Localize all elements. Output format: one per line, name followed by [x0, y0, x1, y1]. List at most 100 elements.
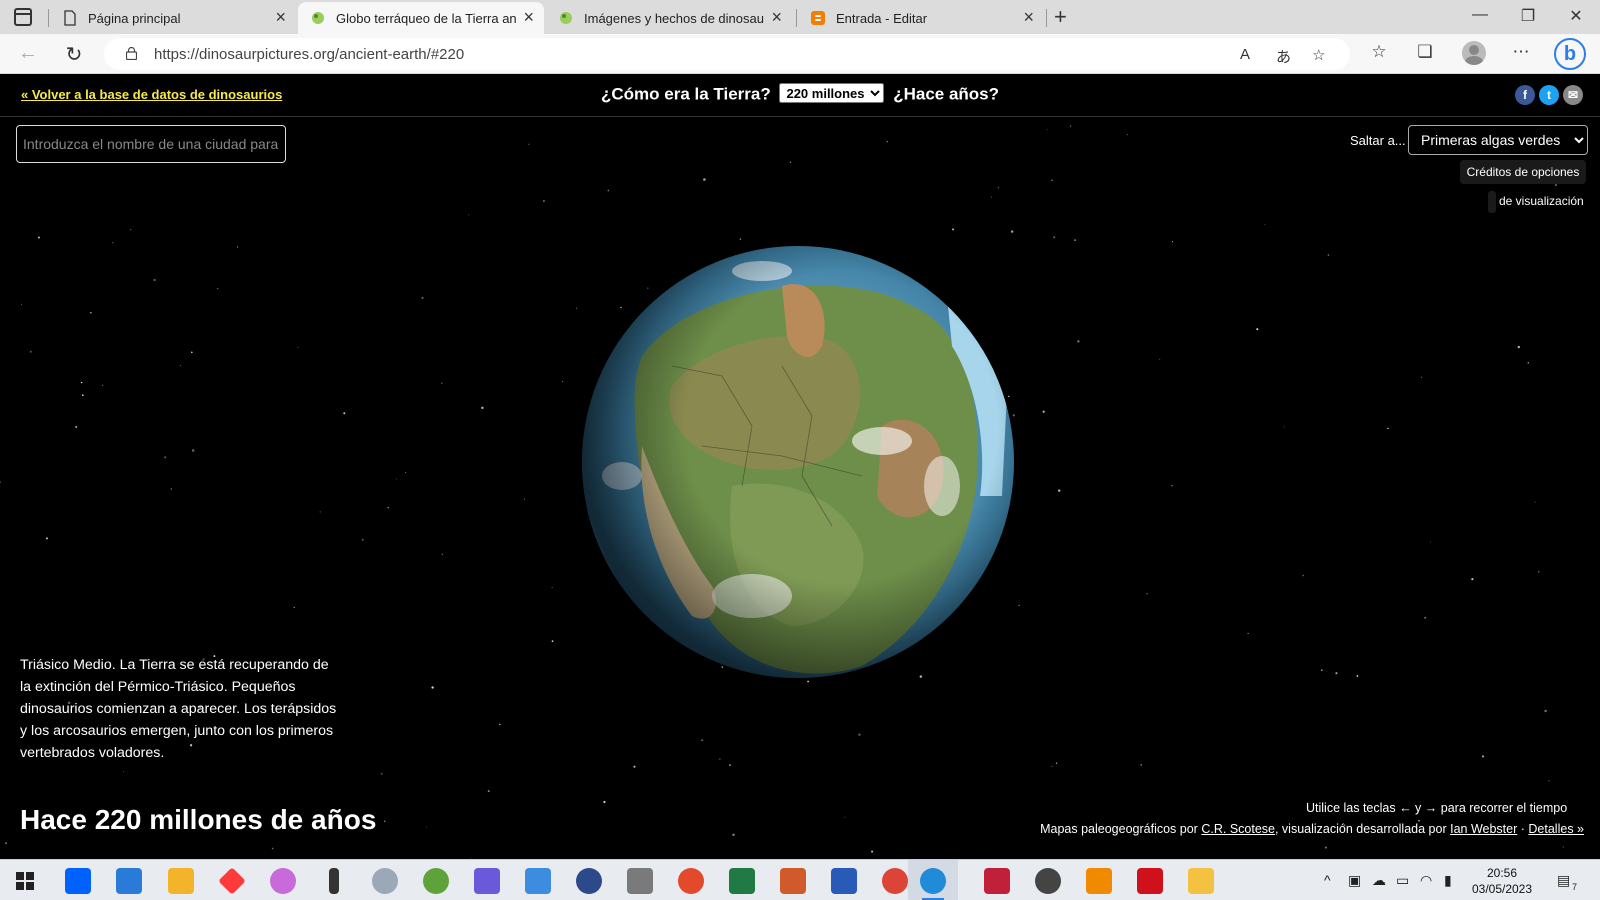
acrobat-icon[interactable]	[1137, 868, 1163, 894]
read-aloud-icon[interactable]: A	[1240, 46, 1250, 63]
store-icon[interactable]	[168, 868, 194, 894]
translate-icon[interactable]: あ	[1276, 46, 1291, 67]
star	[703, 178, 706, 181]
tab-blogger-edit[interactable]: Entrada - Editar ×	[798, 2, 1044, 34]
jump-to-select[interactable]: Primeras algas verdes	[1408, 125, 1588, 155]
onedrive-icon[interactable]: ☁	[1372, 872, 1386, 889]
tab-ancient-earth[interactable]: Globo terráqueo de la Tierra anti ×	[298, 2, 544, 34]
era-select[interactable]: 220 millones	[779, 83, 885, 103]
word-icon[interactable]	[831, 868, 857, 894]
details-link[interactable]: Detalles »	[1528, 822, 1584, 836]
meet-icon[interactable]: ▣	[1348, 872, 1361, 889]
display-icon[interactable]: ▭	[1396, 872, 1409, 889]
powerpoint-icon[interactable]	[780, 868, 806, 894]
view-options-label[interactable]: de visualización	[1499, 194, 1584, 208]
palette-app-icon[interactable]	[372, 868, 398, 894]
firefox-icon[interactable]	[678, 868, 704, 894]
add-favorite-icon[interactable]: ☆	[1312, 46, 1325, 64]
star	[236, 246, 239, 248]
paint-app-icon[interactable]	[270, 868, 296, 894]
diamond-app-icon[interactable]	[218, 867, 246, 895]
battery-icon[interactable]: ▮	[1444, 872, 1452, 889]
star	[1247, 632, 1249, 634]
excel-icon[interactable]	[729, 868, 755, 894]
dropbox-icon[interactable]	[65, 868, 91, 894]
close-icon[interactable]: ×	[523, 8, 534, 26]
tab-dinosaur-facts[interactable]: Imágenes y hechos de dinosaurio ×	[546, 2, 792, 34]
bing-app-icon[interactable]	[474, 868, 500, 894]
credits-options-button[interactable]: Créditos de opciones	[1460, 160, 1586, 184]
star	[1171, 241, 1174, 243]
edge-icon[interactable]	[920, 868, 946, 894]
wifi-icon[interactable]: ◠	[1420, 872, 1432, 889]
tab-actions-icon[interactable]	[14, 8, 32, 26]
star	[729, 764, 731, 767]
file-explorer-icon[interactable]	[1188, 868, 1214, 894]
profile-avatar[interactable]	[1462, 41, 1486, 65]
new-tab-icon[interactable]: +	[1054, 4, 1067, 30]
star	[297, 347, 299, 348]
back-arrow-icon[interactable]: ←	[16, 42, 40, 65]
vlc-icon[interactable]	[1086, 868, 1112, 894]
window-close-icon[interactable]: ✕	[1556, 6, 1596, 26]
facebook-icon[interactable]: f	[1515, 85, 1535, 105]
clock-date: 03/05/2023	[1471, 882, 1533, 896]
credits-line: Mapas paleogeográficos por C.R. Scotese,…	[1040, 822, 1584, 836]
twitter-icon[interactable]: t	[1539, 85, 1559, 105]
lightning-app-icon[interactable]	[329, 868, 339, 894]
system-clock[interactable]: 20:56 03/05/2023	[1465, 865, 1539, 897]
more-options-icon[interactable]: ⋯	[1508, 42, 1534, 62]
email-icon[interactable]: ✉	[1563, 85, 1583, 105]
star	[1140, 764, 1142, 766]
scotese-link[interactable]: C.R. Scotese	[1201, 822, 1275, 836]
recorder-icon[interactable]	[984, 868, 1010, 894]
drive-app-icon[interactable]	[627, 868, 653, 894]
star	[80, 381, 83, 384]
notifications-icon[interactable]: ▤	[1557, 872, 1570, 889]
address-bar[interactable]: https://dinosaurpictures.org/ancient-ear…	[104, 38, 1350, 70]
favorites-icon[interactable]: ☆	[1366, 42, 1392, 62]
close-icon[interactable]: ×	[1023, 8, 1034, 26]
city-search-input[interactable]	[16, 125, 286, 163]
refresh-icon[interactable]: ↻	[62, 42, 86, 67]
collections-icon[interactable]: ❏	[1412, 42, 1438, 62]
star	[1562, 846, 1564, 848]
obs-icon[interactable]	[1035, 868, 1061, 894]
chrome-icon[interactable]	[882, 868, 908, 894]
star	[1335, 672, 1338, 675]
qgis-icon[interactable]	[423, 868, 449, 894]
bing-icon[interactable]: b	[1554, 38, 1586, 70]
settings-app-icon[interactable]	[576, 868, 602, 894]
star	[1327, 254, 1330, 256]
star	[130, 229, 132, 231]
ancient-earth-globe[interactable]	[582, 246, 1014, 678]
star	[1387, 427, 1389, 430]
star	[0, 481, 2, 483]
star	[1074, 239, 1076, 242]
tab-home[interactable]: Página principal ×	[50, 2, 296, 34]
star	[89, 311, 92, 314]
restore-icon[interactable]: ❐	[1508, 6, 1548, 26]
star	[441, 553, 443, 555]
star	[551, 640, 554, 643]
star	[1010, 230, 1014, 233]
show-hidden-icons[interactable]: ^	[1324, 872, 1331, 888]
star	[858, 733, 861, 736]
star	[361, 538, 364, 541]
star	[1356, 675, 1359, 677]
tab-label: Entrada - Editar	[836, 10, 928, 26]
star	[5, 842, 7, 845]
star	[719, 758, 721, 760]
close-icon[interactable]: ×	[275, 8, 286, 26]
star	[1051, 179, 1053, 182]
star	[101, 384, 104, 387]
star	[739, 238, 742, 240]
close-icon[interactable]: ×	[771, 8, 782, 26]
star	[1057, 489, 1061, 492]
mail-icon[interactable]	[116, 868, 142, 894]
minimize-icon[interactable]: —	[1460, 6, 1500, 24]
mailbird-icon[interactable]	[525, 868, 551, 894]
ian-webster-link[interactable]: Ian Webster	[1450, 822, 1517, 836]
windows-start-icon[interactable]	[16, 872, 34, 890]
view-options-toggle[interactable]	[1488, 191, 1496, 213]
